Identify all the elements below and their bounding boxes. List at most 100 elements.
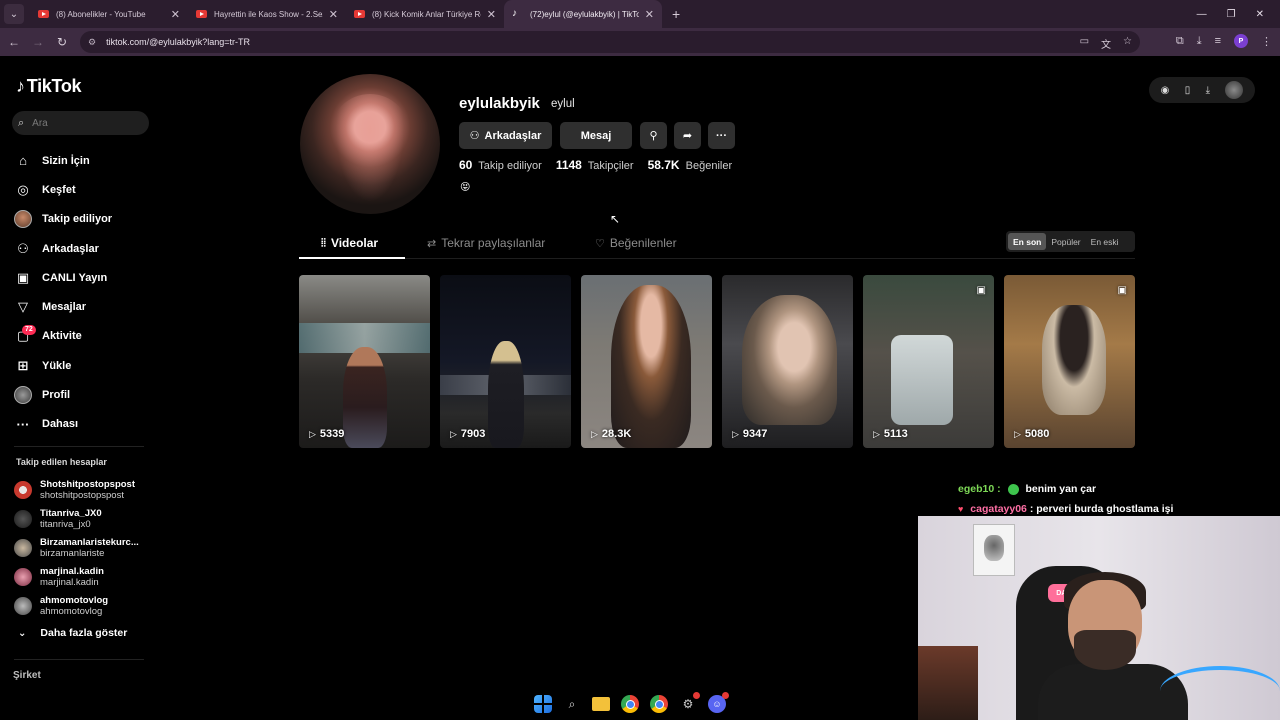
tab-videos[interactable]: ⦙⦙ Videolar (321, 236, 378, 250)
heart-icon: ♡ (595, 237, 605, 250)
activity-badge: 72 (22, 325, 36, 336)
browser-tab[interactable]: (8) Abonelikler - YouTube ✕ (30, 0, 188, 28)
sidebar-item-more[interactable]: ··· Dahası (14, 410, 154, 439)
following-account[interactable]: Birzamanlaristekurc... birzamanlariste (14, 533, 154, 562)
following-account[interactable]: ahmomotovlog ahmomotovlog (14, 592, 154, 621)
video-thumbnail[interactable]: ▷ 7903 (440, 275, 571, 448)
kebab-menu-icon[interactable]: ⋮ (1261, 35, 1272, 48)
video-thumbnail[interactable]: ▣ ▷ 5080 (1004, 275, 1135, 448)
tab-reposts[interactable]: ⇄ Tekrar paylaşılanlar (427, 236, 545, 250)
coin-icon[interactable]: ◉ (1161, 85, 1170, 96)
video-thumbnail[interactable]: ▷ 5339 (299, 275, 430, 448)
search-icon[interactable]: ⌕ (563, 695, 581, 713)
new-tab-icon[interactable]: + (672, 6, 680, 22)
download-icon[interactable]: ⤓ (1197, 35, 1202, 48)
sidebar-item-upload[interactable]: ⊞ Yükle (14, 351, 154, 380)
more-options-button[interactable]: ··· (708, 122, 735, 149)
message-button-label: Mesaj (580, 129, 612, 142)
video-thumbnail[interactable]: ▣ ▷ 5113 (863, 275, 994, 448)
account-avatar (14, 509, 32, 528)
show-more-button[interactable]: ⌄ Daha fazla göster (18, 627, 127, 639)
sort-latest[interactable]: En son (1008, 233, 1047, 250)
message-button[interactable]: Mesaj (560, 122, 632, 149)
following-account[interactable]: marjinal.kadin marjinal.kadin (14, 563, 154, 592)
address-bar[interactable]: ⚙ tiktok.com/@eylulakbyik?lang=tr-TR ▭ 文… (80, 31, 1140, 53)
mouse-cursor-icon: ↖ (610, 212, 621, 226)
reload-icon[interactable]: ↻ (50, 35, 74, 49)
video-thumbnail[interactable]: ▷ 28.3K (581, 275, 712, 448)
share-icon: ➦ (682, 130, 693, 142)
extensions-icon[interactable]: ⧉ (1176, 35, 1184, 48)
browser-tab[interactable]: Hayrettin ile Kaos Show - 2.Sez ✕ (188, 0, 346, 28)
sidebar-item-friends[interactable]: ⚇ Arkadaşlar (14, 234, 154, 263)
following-count[interactable]: 60 Takip ediliyor (459, 158, 542, 172)
browser-profile-avatar[interactable]: P (1234, 34, 1248, 48)
friends-button[interactable]: ⚇ Arkadaşlar (459, 122, 552, 149)
share-button[interactable]: ➦ (674, 122, 701, 149)
profile-username: eylulakbyik (459, 95, 540, 112)
forward-icon[interactable]: → (26, 35, 50, 49)
browser-tab[interactable]: (8) Kick Komik Anlar Türkiye Re ✕ (346, 0, 504, 28)
phone-icon[interactable]: ▯ (1185, 85, 1191, 96)
file-explorer-icon[interactable] (592, 697, 610, 711)
cast-icon[interactable]: ▭ (1080, 36, 1089, 51)
browser-tab-active[interactable]: ♪ (72)eylul (@eylulakbyik) | TikTok ✕ (504, 0, 662, 28)
sidebar-item-label: Dahası (42, 418, 79, 431)
sidebar-item-profile[interactable]: Profil (14, 380, 154, 409)
settings-icon[interactable]: ⚙ (679, 692, 700, 713)
tiktok-logo[interactable]: ♪ TikTok (16, 76, 82, 97)
activity-icon: ▢ 72 (14, 325, 36, 345)
company-link[interactable]: Şirket (13, 670, 41, 681)
youtube-favicon-icon (38, 10, 49, 18)
download-app-icon[interactable]: ⤓ (1206, 85, 1210, 96)
discord-icon[interactable]: ☺ (708, 692, 729, 713)
chrome-icon[interactable] (650, 695, 668, 713)
close-tab-icon[interactable]: ✕ (645, 8, 654, 21)
stat-value: 60 (459, 158, 473, 172)
view-count: ▷ 5113 (873, 428, 908, 440)
stat-value: 1148 (555, 158, 582, 172)
close-tab-icon[interactable]: ✕ (329, 8, 338, 21)
close-tab-icon[interactable]: ✕ (487, 8, 496, 21)
close-window-icon[interactable]: ✕ (1256, 9, 1264, 20)
followers-count[interactable]: 1148 Takipçiler (556, 158, 634, 172)
search-input[interactable]: ⌕ Ara (12, 111, 149, 135)
following-account[interactable]: Shotshitpostopspost shotshitpostopspost (14, 475, 154, 504)
sidebar-item-activity[interactable]: ▢ 72 Aktivite (14, 322, 154, 351)
back-icon[interactable]: ← (2, 35, 26, 49)
site-info-icon[interactable]: ⚙ (88, 37, 96, 48)
upload-icon: ⊞ (17, 357, 29, 373)
chevron-down-icon: ⌄ (18, 627, 27, 639)
tab-liked[interactable]: ♡ Beğenilenler (595, 236, 677, 250)
sidebar-item-for-you[interactable]: ⌂ Sizin İçin (14, 146, 154, 175)
sort-popular[interactable]: Popüler (1046, 233, 1085, 250)
repost-icon: ⇄ (427, 237, 437, 250)
more-horizontal-icon: ··· (716, 129, 727, 142)
translate-icon[interactable]: 文 (1101, 36, 1111, 51)
reading-list-icon[interactable]: ≡ (1215, 35, 1221, 47)
profile-picture[interactable] (300, 74, 440, 214)
following-account[interactable]: Titanriva_JX0 titanriva_jx0 (14, 504, 154, 533)
video-thumbnail[interactable]: ▷ 9347 (722, 275, 853, 448)
sidebar-item-following[interactable]: Takip ediliyor (14, 205, 154, 234)
minimize-icon[interactable]: — (1197, 9, 1207, 20)
sidebar-item-live[interactable]: ▣ CANLI Yayın (14, 263, 154, 292)
close-tab-icon[interactable]: ✕ (171, 8, 180, 21)
omnibox-actions: ▭ 文 ☆ (1080, 36, 1132, 51)
follow-suggestions-button[interactable]: ⚲ (640, 122, 667, 149)
restore-icon[interactable]: ❐ (1227, 9, 1236, 20)
sidebar-item-explore[interactable]: ◎ Keşfet (14, 175, 154, 204)
home-icon: ⌂ (19, 153, 27, 169)
bookmark-star-icon[interactable]: ☆ (1123, 36, 1132, 51)
view-count: ▷ 28.3K (591, 428, 632, 440)
messages-icon: ▽ (18, 299, 28, 315)
tab-label: Videolar (330, 236, 379, 250)
sort-oldest[interactable]: En eski (1086, 233, 1124, 250)
windows-start-icon[interactable] (534, 695, 552, 713)
chrome-icon[interactable] (621, 695, 639, 713)
sidebar-item-messages[interactable]: ▽ Mesajlar (14, 292, 154, 321)
taskbar: ⌕ ⚙ ☺ (534, 690, 729, 718)
tab-search-chevron-icon[interactable]: ⌄ (4, 4, 24, 24)
chat-text: perveri burda ghostlama işi (1036, 503, 1174, 515)
user-avatar[interactable] (1225, 81, 1244, 99)
